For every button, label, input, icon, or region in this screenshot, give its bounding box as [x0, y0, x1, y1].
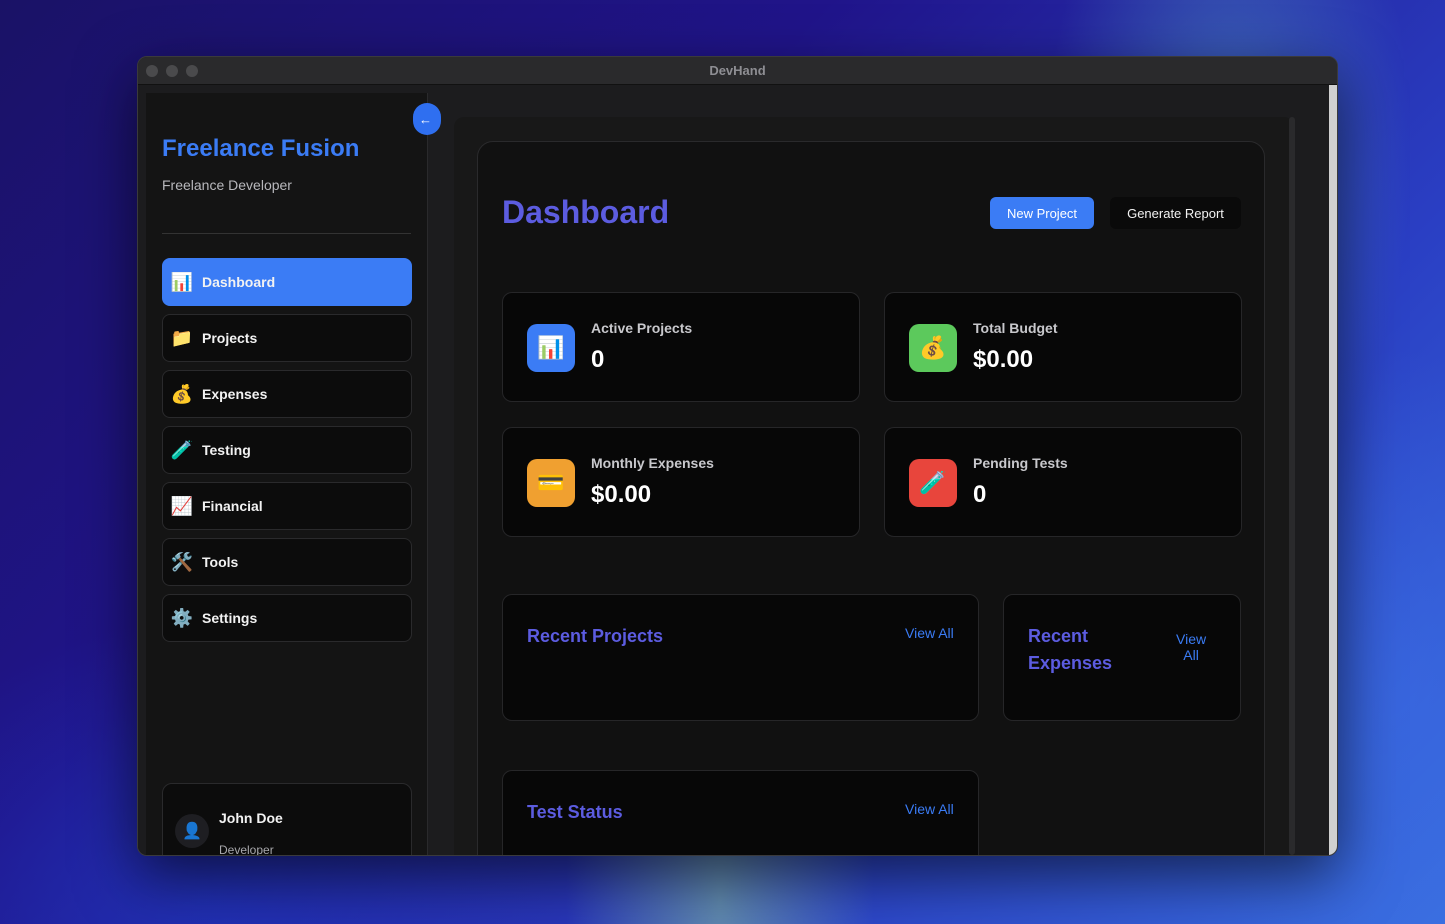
sidebar-collapse-button[interactable]: ←: [413, 103, 441, 135]
recent-projects-card: Recent Projects View All: [502, 594, 979, 721]
sidebar-item-label: Tools: [202, 554, 239, 570]
sidebar-item-label: Expenses: [202, 386, 268, 402]
sidebar-item-expenses[interactable]: 💰 Expenses: [162, 370, 412, 418]
card-title-line: Expenses: [1028, 653, 1113, 673]
credit-card-icon: 💳: [527, 459, 575, 507]
stat-value: 0: [591, 346, 605, 373]
user-profile-card[interactable]: 👤 John Doe Developer: [162, 783, 412, 856]
bar-chart-icon: 📊: [170, 271, 194, 292]
view-all-projects-link[interactable]: View All: [905, 625, 954, 641]
test-status-card: Test Status View All: [502, 770, 979, 855]
test-tube-icon: 🧪: [170, 439, 194, 460]
gear-icon: ⚙️: [170, 607, 194, 628]
card-title: Recent Expenses: [1028, 623, 1112, 677]
recent-expenses-card: Recent Expenses View All: [1003, 594, 1241, 721]
sidebar-item-tools[interactable]: 🛠️ Tools: [162, 538, 412, 586]
stat-label: Monthly Expenses: [591, 455, 714, 471]
hammer-wrench-icon: 🛠️: [170, 551, 194, 572]
sidebar-item-label: Financial: [202, 498, 263, 514]
link-line: All: [1183, 647, 1199, 663]
folder-icon: 📁: [170, 327, 194, 348]
sidebar-item-settings[interactable]: ⚙️ Settings: [162, 594, 412, 642]
link-line: View: [1176, 631, 1207, 647]
stat-label: Total Budget: [973, 320, 1058, 336]
sidebar-item-label: Projects: [202, 330, 258, 346]
bar-chart-icon: 📊: [527, 324, 575, 372]
card-title: Recent Projects: [527, 626, 664, 646]
user-silhouette-icon: 👤: [182, 823, 202, 840]
sidebar-item-testing[interactable]: 🧪 Testing: [162, 426, 412, 474]
stat-card-active-projects: 📊 Active Projects 0: [502, 292, 860, 402]
avatar: 👤: [175, 814, 209, 848]
sidebar: ← Freelance Fusion Freelance Developer 📊…: [146, 93, 441, 856]
sidebar-nav: 📊 Dashboard 📁 Projects 💰 Expenses 🧪 Test…: [162, 258, 412, 650]
app-window: DevHand ← Freelance Fusion Freelance Dev…: [137, 56, 1338, 856]
stat-card-pending-tests: 🧪 Pending Tests 0: [884, 427, 1242, 537]
brand-subtitle: Freelance Developer: [162, 177, 292, 193]
sidebar-divider: [162, 233, 411, 234]
stat-label: Pending Tests: [973, 455, 1068, 471]
stat-value: 0: [973, 481, 987, 508]
view-all-tests-link[interactable]: View All: [905, 801, 954, 817]
window-title: DevHand: [709, 63, 766, 78]
sidebar-item-dashboard[interactable]: 📊 Dashboard: [162, 258, 412, 306]
brand-title: Freelance Fusion: [162, 135, 360, 162]
view-all-expenses-link[interactable]: View All: [1176, 631, 1206, 663]
user-role: Developer: [219, 843, 274, 856]
sidebar-item-label: Settings: [202, 610, 258, 626]
test-tube-icon: 🧪: [909, 459, 957, 507]
chart-increasing-icon: 📈: [170, 495, 194, 516]
title-bar: DevHand: [138, 57, 1337, 85]
app-content: ← Freelance Fusion Freelance Developer 📊…: [138, 85, 1337, 855]
stat-card-total-budget: 💰 Total Budget $0.00: [884, 292, 1242, 402]
stat-card-monthly-expenses: 💳 Monthly Expenses $0.00: [502, 427, 860, 537]
user-name: John Doe: [219, 810, 283, 826]
stat-value: $0.00: [591, 481, 652, 508]
card-title-line: Recent: [1028, 626, 1089, 646]
stat-value: $0.00: [973, 346, 1034, 373]
money-bag-icon: 💰: [909, 324, 957, 372]
sidebar-item-projects[interactable]: 📁 Projects: [162, 314, 412, 362]
sidebar-item-label: Dashboard: [202, 274, 276, 290]
window-scrollbar[interactable]: [1329, 85, 1337, 855]
sidebar-item-financial[interactable]: 📈 Financial: [162, 482, 412, 530]
generate-report-button[interactable]: Generate Report: [1110, 197, 1241, 229]
dashboard-panel: Dashboard New Project Generate Report 📊 …: [477, 141, 1265, 855]
money-bag-icon: 💰: [170, 383, 194, 404]
arrow-left-icon: ←: [419, 111, 432, 127]
new-project-button[interactable]: New Project: [990, 197, 1094, 229]
card-title: Test Status: [527, 802, 623, 822]
main-scrollbar[interactable]: [1289, 117, 1295, 855]
page-title: Dashboard: [502, 194, 670, 230]
stat-label: Active Projects: [591, 320, 693, 336]
sidebar-item-label: Testing: [202, 442, 251, 458]
